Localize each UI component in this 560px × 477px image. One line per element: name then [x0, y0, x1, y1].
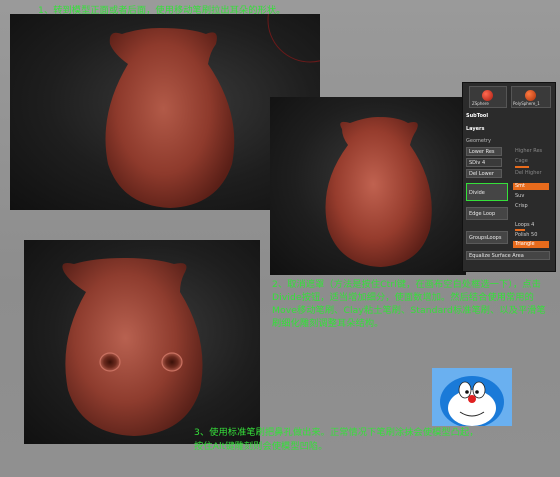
- right-nostril: [161, 352, 183, 372]
- polysphere-icon: [525, 90, 536, 101]
- crisp-toggle[interactable]: Crisp: [513, 203, 549, 210]
- tool-thumb-polysphere[interactable]: PolySphere_1: [511, 86, 551, 108]
- zbrush-tool-panel: ZSphere PolySphere_1 SubTool Layers Geom…: [462, 82, 556, 272]
- doraemon-image: [432, 368, 512, 426]
- sdiv-slider[interactable]: SDiv 4: [466, 158, 502, 167]
- brush-ring-1: [267, 14, 320, 63]
- lower-res-button[interactable]: Lower Res: [466, 147, 502, 156]
- layers-header[interactable]: Layers: [466, 126, 485, 132]
- step-3-caption-line-1: 3、使用标准笔刷把鼻孔做出来。正常情况下笔刷涂抹会使模型凸起，: [194, 427, 479, 438]
- tool-thumb-zsphere-label: ZSphere: [472, 101, 489, 106]
- step-3-caption-line-2: 按住Alt键雕刻则会使模型凹陷。: [194, 441, 328, 452]
- del-higher-button[interactable]: Del Higher: [513, 170, 549, 177]
- viewport-frame-3: [24, 240, 260, 444]
- del-lower-button[interactable]: Del Lower: [466, 169, 502, 178]
- left-nostril: [99, 352, 121, 372]
- viewport-frame-2: [270, 97, 466, 275]
- tool-thumb-zsphere[interactable]: ZSphere: [469, 86, 507, 108]
- tutorial-canvas: 1、转到模型正面或者后面，使用移动笔刷拉出耳朵的形状。 ZSphere Poly…: [0, 0, 560, 477]
- loops-slider-fill: [515, 229, 525, 231]
- triangle-toggle[interactable]: Triangle: [513, 241, 549, 248]
- geometry-header[interactable]: Geometry: [466, 138, 491, 144]
- equalize-surface-area-button[interactable]: Equalize Surface Area: [466, 251, 550, 260]
- higher-res-button[interactable]: Higher Res: [513, 148, 549, 155]
- step-2-caption: 2、取消遮罩（方法是按住Ctrl键，在画布空白处框选一下），点击Divide按钮…: [272, 279, 546, 329]
- cage-button[interactable]: Cage: [513, 158, 549, 165]
- divide-button[interactable]: Divide: [466, 183, 508, 201]
- zsphere-icon: [482, 90, 493, 101]
- polish-slider[interactable]: Polish 50: [513, 232, 549, 239]
- doraemon-icon: [432, 368, 512, 426]
- suv-toggle[interactable]: Suv: [513, 193, 549, 200]
- head-model-2: [325, 117, 432, 267]
- edge-loop-button[interactable]: Edge Loop: [466, 207, 508, 220]
- smt-toggle[interactable]: Smt: [513, 183, 549, 190]
- subtool-header[interactable]: SubTool: [466, 113, 488, 119]
- sdiv-slider-fill: [515, 166, 529, 168]
- tool-thumb-polysphere-label: PolySphere_1: [513, 101, 540, 106]
- groups-loops-button[interactable]: GroupsLoops: [466, 231, 508, 244]
- loops-slider[interactable]: Loops 4: [513, 222, 549, 229]
- head-model-3: [62, 258, 203, 436]
